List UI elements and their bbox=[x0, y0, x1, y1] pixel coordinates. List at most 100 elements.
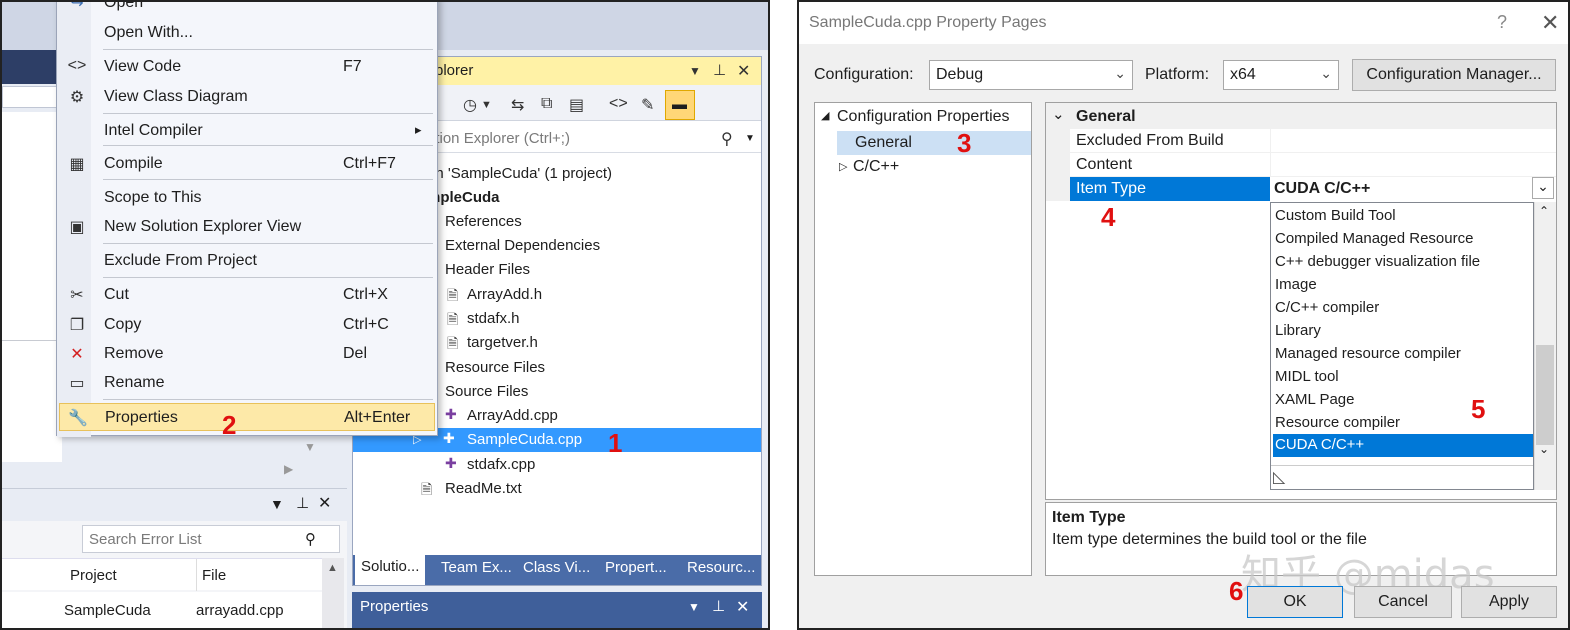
history-icon[interactable]: ◷ bbox=[463, 95, 477, 115]
tree-item-cpp[interactable]: C/C++ bbox=[853, 158, 899, 176]
column-header-project[interactable]: Project bbox=[70, 567, 117, 584]
dropdown-option[interactable]: Custom Build Tool bbox=[1273, 205, 1533, 228]
configuration-select[interactable]: Debug ⌄ bbox=[929, 60, 1133, 90]
search-icon[interactable]: ⚲ bbox=[721, 129, 733, 149]
close-icon[interactable]: ✕ bbox=[736, 597, 749, 617]
menu-item-properties[interactable]: 🔧 Properties Alt+Enter bbox=[59, 403, 435, 431]
column-header-file[interactable]: File bbox=[202, 567, 226, 584]
tree-item-configuration-properties[interactable]: Configuration Properties bbox=[837, 108, 1010, 126]
tree-item-readme[interactable]: 🗎 ReadMe.txt bbox=[353, 477, 761, 501]
tree-item-label: ArrayAdd.h bbox=[467, 286, 543, 303]
tab-team-explorer[interactable]: Team Ex... bbox=[441, 559, 512, 576]
tab-solution-explorer[interactable]: Solutio... bbox=[355, 555, 426, 585]
menu-item-scope-to-this[interactable]: Scope to This bbox=[57, 184, 437, 212]
cpp-file-icon: ✚ bbox=[443, 430, 455, 446]
pin-icon[interactable]: ⊥ bbox=[713, 61, 726, 79]
search-options-arrow-icon[interactable]: ▼ bbox=[745, 133, 755, 144]
menu-item-compile[interactable]: ▦ Compile Ctrl+F7 bbox=[57, 150, 437, 178]
grid-row-content[interactable]: Content bbox=[1070, 153, 1556, 177]
code-icon[interactable]: <> bbox=[609, 95, 628, 113]
menu-item-new-solution-explorer-view[interactable]: ▣ New Solution Explorer View bbox=[57, 213, 437, 241]
search-placeholder: Search Error List bbox=[89, 531, 202, 548]
tree-item-label: ReadMe.txt bbox=[445, 480, 522, 497]
platform-value: x64 bbox=[1230, 66, 1256, 83]
dropdown-option[interactable]: C/C++ compiler bbox=[1273, 297, 1533, 320]
preview-selected-button[interactable]: ▬ bbox=[665, 90, 695, 120]
dropdown-option[interactable]: Image bbox=[1273, 274, 1533, 297]
dropdown-option[interactable]: Compiled Managed Resource bbox=[1273, 228, 1533, 251]
chevron-down-icon[interactable]: ⌄ bbox=[1532, 177, 1554, 199]
dropdown-arrow-icon[interactable]: ▼ bbox=[688, 600, 700, 614]
collapse-arrow-icon[interactable]: ◢ bbox=[821, 109, 829, 122]
header-file-icon: 🗎 bbox=[447, 335, 459, 351]
header-file-icon: 🗎 bbox=[447, 311, 459, 327]
platform-select[interactable]: x64 ⌄ bbox=[1223, 60, 1339, 90]
dropdown-arrow-icon[interactable]: ▼ bbox=[270, 496, 284, 512]
dropdown-option[interactable]: MIDL tool bbox=[1273, 366, 1533, 389]
configuration-manager-button[interactable]: Configuration Manager... bbox=[1352, 59, 1556, 91]
cut-icon: ✂ bbox=[70, 287, 84, 304]
menu-item-rename[interactable]: ▭ Rename bbox=[57, 369, 437, 397]
dropdown-option-selected[interactable]: CUDA C/C++ bbox=[1273, 434, 1533, 457]
pin-icon[interactable]: ⊥ bbox=[712, 597, 725, 615]
properties-panel: Properties ▼ ⊥ ✕ bbox=[352, 592, 762, 628]
search-icon[interactable]: ⚲ bbox=[305, 530, 316, 548]
scroll-down-arrow-icon[interactable]: ▼ bbox=[304, 440, 316, 454]
error-list-search-input[interactable]: Search Error List ⚲ bbox=[82, 525, 340, 553]
menu-item-open[interactable]: ↪ Open bbox=[57, 2, 437, 17]
search-placeholder: ution Explorer (Ctrl+;) bbox=[427, 130, 570, 147]
row-file-cell: arrayadd.cpp bbox=[196, 602, 284, 619]
cancel-button[interactable]: Cancel bbox=[1354, 586, 1452, 618]
ok-button[interactable]: OK bbox=[1247, 586, 1343, 618]
dropdown-option[interactable]: XAML Page bbox=[1273, 389, 1533, 412]
menu-item-copy[interactable]: ❐ Copy Ctrl+C bbox=[57, 311, 437, 339]
menu-item-remove[interactable]: ✕ Remove Del bbox=[57, 340, 437, 368]
help-button[interactable]: ? bbox=[1497, 12, 1507, 33]
tree-item-general[interactable]: General bbox=[837, 131, 1031, 155]
chevron-down-icon: ⌄ bbox=[1052, 106, 1065, 123]
tree-item-stdafx-cpp[interactable]: ✚ stdafx.cpp bbox=[353, 453, 761, 477]
dropdown-option[interactable]: Managed resource compiler bbox=[1273, 343, 1533, 366]
tab-property-manager[interactable]: Propert... bbox=[605, 559, 667, 576]
menu-item-view-class-diagram[interactable]: ⚙ View Class Diagram bbox=[57, 83, 437, 111]
tab-class-view[interactable]: Class Vi... bbox=[523, 559, 590, 576]
dropdown-option[interactable]: Library bbox=[1273, 320, 1533, 343]
dropdown-arrow-icon[interactable]: ▼ bbox=[689, 64, 701, 78]
expand-arrow-icon[interactable]: ▷ bbox=[839, 160, 847, 173]
pin-icon[interactable]: ⊥ bbox=[296, 494, 309, 512]
dropdown-scroll-thumb[interactable] bbox=[1536, 345, 1554, 445]
grid-section-header[interactable]: ⌄ General bbox=[1046, 103, 1556, 129]
menu-item-view-code[interactable]: <> View Code F7 bbox=[57, 53, 437, 81]
menu-item-intel-compiler[interactable]: Intel Compiler ▸ bbox=[57, 117, 437, 145]
scroll-up-arrow-icon[interactable]: ▲ bbox=[327, 562, 338, 574]
resize-grip-icon[interactable]: ◺ bbox=[1273, 467, 1285, 487]
show-all-icon[interactable]: ▤ bbox=[569, 95, 584, 115]
code-icon: <> bbox=[67, 57, 87, 74]
menu-item-cut[interactable]: ✂ Cut Ctrl+X bbox=[57, 281, 437, 309]
sync-icon[interactable]: ⇆ bbox=[511, 95, 524, 115]
error-list-row[interactable]: SampleCuda arrayadd.cpp bbox=[2, 592, 322, 628]
close-icon[interactable]: ✕ bbox=[737, 61, 750, 81]
menu-item-exclude-from-project[interactable]: Exclude From Project bbox=[57, 247, 437, 275]
apply-button[interactable]: Apply bbox=[1461, 586, 1557, 618]
tree-item-label: stdafx.h bbox=[467, 310, 520, 327]
scroll-up-arrow-icon[interactable]: ⌃ bbox=[1539, 204, 1549, 218]
collapse-icon[interactable]: ⧉ bbox=[541, 95, 552, 113]
menu-item-open-with[interactable]: Open With... bbox=[57, 19, 437, 47]
grid-row-excluded-from-build[interactable]: Excluded From Build bbox=[1070, 129, 1556, 153]
close-icon[interactable]: ✕ bbox=[318, 493, 331, 513]
compile-icon: ▦ bbox=[69, 156, 85, 173]
tab-resource-view[interactable]: Resourc... bbox=[687, 559, 755, 576]
menu-item-label: Open With... bbox=[104, 24, 193, 41]
error-list-scrollbar[interactable]: ▲ bbox=[322, 558, 344, 628]
dropdown-arrow-icon[interactable]: ▼ bbox=[481, 99, 492, 111]
dropdown-option[interactable]: C++ debugger visualization file bbox=[1273, 251, 1533, 274]
scroll-right-arrow-icon[interactable]: ▶ bbox=[284, 462, 293, 476]
grid-row-item-type[interactable]: Item Type bbox=[1070, 177, 1270, 201]
tree-item-label: General bbox=[855, 134, 912, 151]
item-type-combo[interactable]: CUDA C/C++ ⌄ bbox=[1270, 177, 1556, 201]
close-button[interactable]: ✕ bbox=[1541, 10, 1559, 36]
dropdown-option[interactable]: Resource compiler bbox=[1273, 412, 1533, 435]
vs-editor-dropdown[interactable] bbox=[2, 86, 62, 108]
wrench-icon[interactable]: ✎ bbox=[641, 95, 654, 115]
